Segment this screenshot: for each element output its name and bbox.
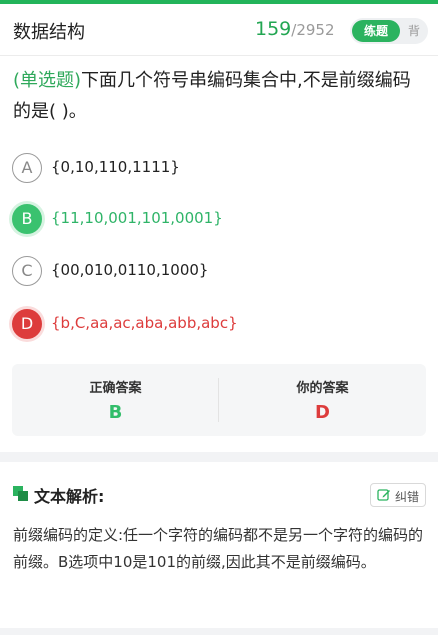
analysis-title: 文本解析:: [34, 487, 105, 506]
option-letter: A: [12, 153, 42, 183]
squares-icon: [13, 486, 29, 502]
report-error-label: 纠错: [395, 490, 420, 504]
question-counter: 159/2952: [255, 18, 335, 40]
report-error-button[interactable]: 纠错: [370, 483, 426, 507]
answer-summary: 正确答案 B 你的答案 D: [12, 364, 426, 436]
option-letter: D: [12, 309, 42, 339]
mode-toggle[interactable]: 练题 背: [350, 18, 428, 44]
header: 数据结构 159/2952 练题 背: [0, 4, 438, 56]
mode-practice-button[interactable]: 练题: [352, 20, 400, 42]
section-separator: [0, 452, 438, 462]
option-letter: C: [12, 256, 42, 286]
correct-answer-value: B: [108, 402, 123, 423]
edit-icon: [377, 489, 390, 501]
analysis-header: 文本解析: 纠错: [0, 474, 438, 514]
correct-answer-label: 正确答案: [89, 381, 142, 396]
your-answer-label: 你的答案: [296, 381, 349, 396]
correct-answer-panel: 正确答案 B: [12, 364, 219, 436]
option-c[interactable]: C {00,010,0110,1000}: [12, 256, 432, 288]
bottom-separator: [0, 628, 438, 635]
option-text: {0,10,110,1111}: [51, 158, 180, 176]
analysis-text: 前缀编码的定义:任一个字符的编码都不是另一个字符的编码的前缀。B选项中10是10…: [13, 526, 424, 571]
option-text: {00,010,0110,1000}: [51, 261, 209, 279]
option-b[interactable]: B {11,10,001,101,0001}: [12, 204, 432, 236]
option-d[interactable]: D {b,C,aa,ac,aba,abb,abc}: [12, 309, 432, 341]
your-answer-panel: 你的答案 D: [219, 364, 426, 436]
mode-recite-button[interactable]: 背: [404, 20, 424, 42]
counter-total: 2952: [296, 21, 335, 39]
your-answer-value: D: [315, 402, 330, 423]
question-type: (单选题): [13, 70, 82, 91]
option-text: {11,10,001,101,0001}: [51, 209, 223, 227]
option-letter: B: [12, 204, 42, 234]
question-text: (单选题)下面几个符号串编码集合中,不是前缀编码的是( )。: [13, 65, 427, 127]
counter-current: 159: [255, 18, 292, 40]
option-a[interactable]: A {0,10,110,1111}: [12, 153, 432, 185]
option-text: {b,C,aa,ac,aba,abb,abc}: [51, 314, 238, 332]
page-title: 数据结构: [13, 22, 85, 43]
